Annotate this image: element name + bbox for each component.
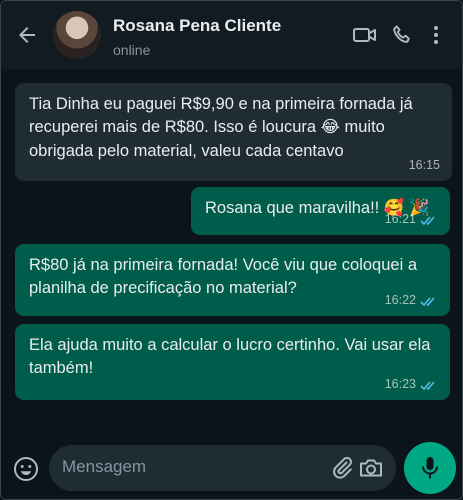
more-vert-icon[interactable] bbox=[424, 23, 448, 47]
composer-bar: Mensagem bbox=[1, 435, 462, 499]
contact-name[interactable]: Rosana Pena Cliente bbox=[113, 16, 281, 36]
message-input-container[interactable]: Mensagem bbox=[49, 445, 396, 491]
message-meta: 16:22 bbox=[385, 292, 438, 310]
camera-icon[interactable] bbox=[358, 456, 384, 480]
avatar[interactable] bbox=[53, 11, 101, 59]
message-input[interactable]: Mensagem bbox=[62, 457, 146, 477]
message-meta: 16:21 bbox=[385, 211, 438, 229]
double-check-icon bbox=[420, 297, 435, 306]
double-check-icon bbox=[420, 216, 435, 225]
arrow-left-icon[interactable] bbox=[15, 23, 39, 47]
message-incoming[interactable]: Tia Dinha eu paguei R$9,90 e na primeira… bbox=[15, 83, 452, 181]
video-call-icon[interactable] bbox=[352, 23, 378, 47]
double-check-icon bbox=[420, 381, 435, 390]
message-meta: 16:23 bbox=[385, 376, 438, 394]
phone-icon[interactable] bbox=[389, 23, 415, 47]
message-time: 16:15 bbox=[408, 158, 440, 173]
message-time: 16:23 bbox=[384, 377, 416, 392]
chat-header: Rosana Pena Cliente online bbox=[1, 1, 462, 69]
message-outgoing[interactable]: Ela ajuda muito a calcular o lucro certi… bbox=[15, 324, 450, 400]
message-list: Tia Dinha eu paguei R$9,90 e na primeira… bbox=[1, 69, 462, 435]
microphone-icon bbox=[422, 457, 438, 479]
message-text: Ela ajuda muito a calcular o lucro certi… bbox=[29, 336, 431, 378]
message-outgoing[interactable]: R$80 já na primeira fornada! Você viu qu… bbox=[15, 244, 450, 316]
message-time: 16:21 bbox=[384, 212, 416, 227]
message-time: 16:22 bbox=[384, 293, 416, 308]
message-outgoing[interactable]: Rosana que maravilha!! 🥰 🎉 16:21 bbox=[191, 187, 450, 235]
microphone-button[interactable] bbox=[404, 442, 456, 494]
message-text: Tia Dinha eu paguei R$9,90 e na primeira… bbox=[29, 95, 413, 160]
message-text: R$80 já na primeira fornada! Você viu qu… bbox=[29, 256, 417, 298]
contact-status: online bbox=[113, 42, 151, 58]
paperclip-icon[interactable] bbox=[330, 456, 354, 480]
chat-window: Rosana Pena Cliente online Tia Dinha eu … bbox=[0, 0, 463, 500]
emoji-icon[interactable] bbox=[12, 455, 40, 483]
message-meta: 16:15 bbox=[409, 157, 440, 175]
